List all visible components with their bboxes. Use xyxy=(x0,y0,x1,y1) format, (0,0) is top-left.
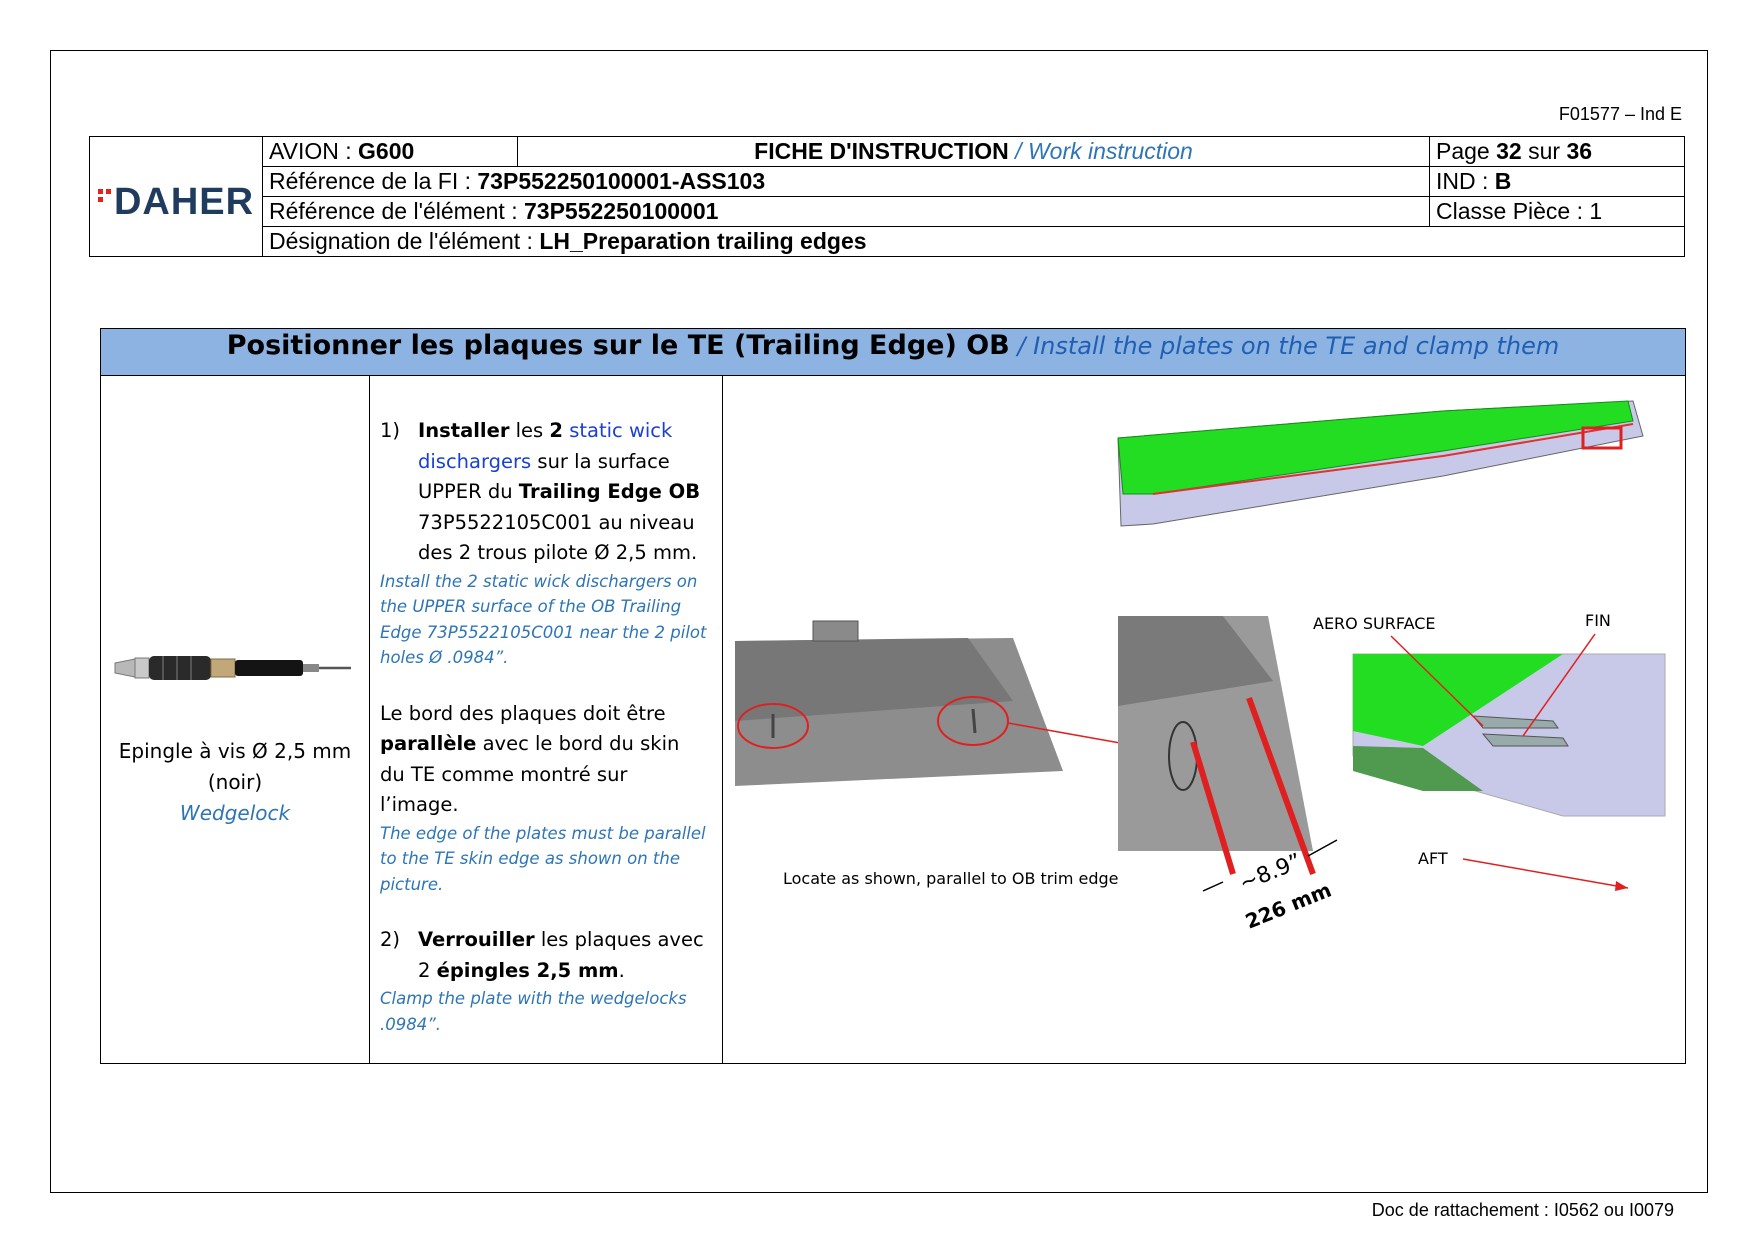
step-2: 2) Verrouiller les plaques avec 2 épingl… xyxy=(380,928,704,982)
avion-cell: AVION : G600 xyxy=(262,136,518,167)
zoom-middle-view xyxy=(1118,616,1338,892)
daher-logo: DAHER xyxy=(97,183,254,221)
zoom-right-view xyxy=(1352,633,1666,817)
ref-element-cell: Référence de l'élément : 73P552250100001 xyxy=(262,196,1430,227)
ind-cell: IND : B xyxy=(1429,166,1685,197)
zoom-left-view xyxy=(735,620,1149,786)
steps-cell: 1) Installer les 2 static wick discharge… xyxy=(369,375,723,1064)
logo-dots-icon xyxy=(97,189,111,202)
form-reference: F01577 – Ind E xyxy=(1558,104,1682,124)
doc-title-cell: FICHE D'INSTRUCTION / Work instruction xyxy=(517,136,1430,167)
section-title: Positionner les plaques sur le TE (Trail… xyxy=(100,328,1686,376)
designation-cell: Désignation de l'élément : LH_Preparatio… xyxy=(262,226,1685,257)
aft-label: AFT xyxy=(1418,849,1448,868)
step-1-en: Install the 2 static wick dischargers on… xyxy=(380,571,707,668)
fin-label: FIN xyxy=(1585,611,1611,630)
tool-cell: Epingle à vis Ø 2,5 mm (noir) Wedgelock xyxy=(100,375,370,1064)
parallel-note: Le bord des plaques doit être parallèle … xyxy=(380,701,680,817)
page-cell: Page 32 sur 36 xyxy=(1429,136,1685,167)
steps-list: 1) Installer les 2 static wick discharge… xyxy=(380,416,710,1037)
figure-cell: Locate as shown, parallel to OB trim edg… xyxy=(722,375,1686,1064)
header-table: DAHER AVION : G600 FICHE D'INSTRUCTION /… xyxy=(89,136,1685,257)
step-1: 1) Installer les 2 static wick discharge… xyxy=(380,419,701,564)
ref-fi-cell: Référence de la FI : 73P552250100001-ASS… xyxy=(262,166,1430,197)
tool-caption: Epingle à vis Ø 2,5 mm (noir) Wedgelock xyxy=(118,739,352,825)
wedgelock-tool-icon xyxy=(114,656,351,680)
locate-caption: Locate as shown, parallel to OB trim edg… xyxy=(783,869,1119,888)
aero-surface-label: AERO SURFACE xyxy=(1313,614,1436,633)
footer-doc-ref: Doc de rattachement : I0562 ou I0079 xyxy=(1371,1200,1674,1220)
trailing-edge-figure: Locate as shown, parallel to OB trim edg… xyxy=(735,400,1666,934)
instruction-table: Positionner les plaques sur le TE (Trail… xyxy=(100,328,1686,1064)
aft-arrow-icon xyxy=(1462,858,1629,891)
classe-cell: Classe Pièce : 1 xyxy=(1429,196,1685,227)
parallel-note-en: The edge of the plates must be parallel … xyxy=(380,823,706,894)
step-2-en: Clamp the plate with the wedgelocks .098… xyxy=(380,989,687,1034)
trailing-edge-overview xyxy=(1117,400,1644,527)
doc-title: FICHE D'INSTRUCTION xyxy=(754,138,1009,164)
doc-title-en: / Work instruction xyxy=(1008,138,1193,164)
logo-cell: DAHER xyxy=(89,136,263,257)
